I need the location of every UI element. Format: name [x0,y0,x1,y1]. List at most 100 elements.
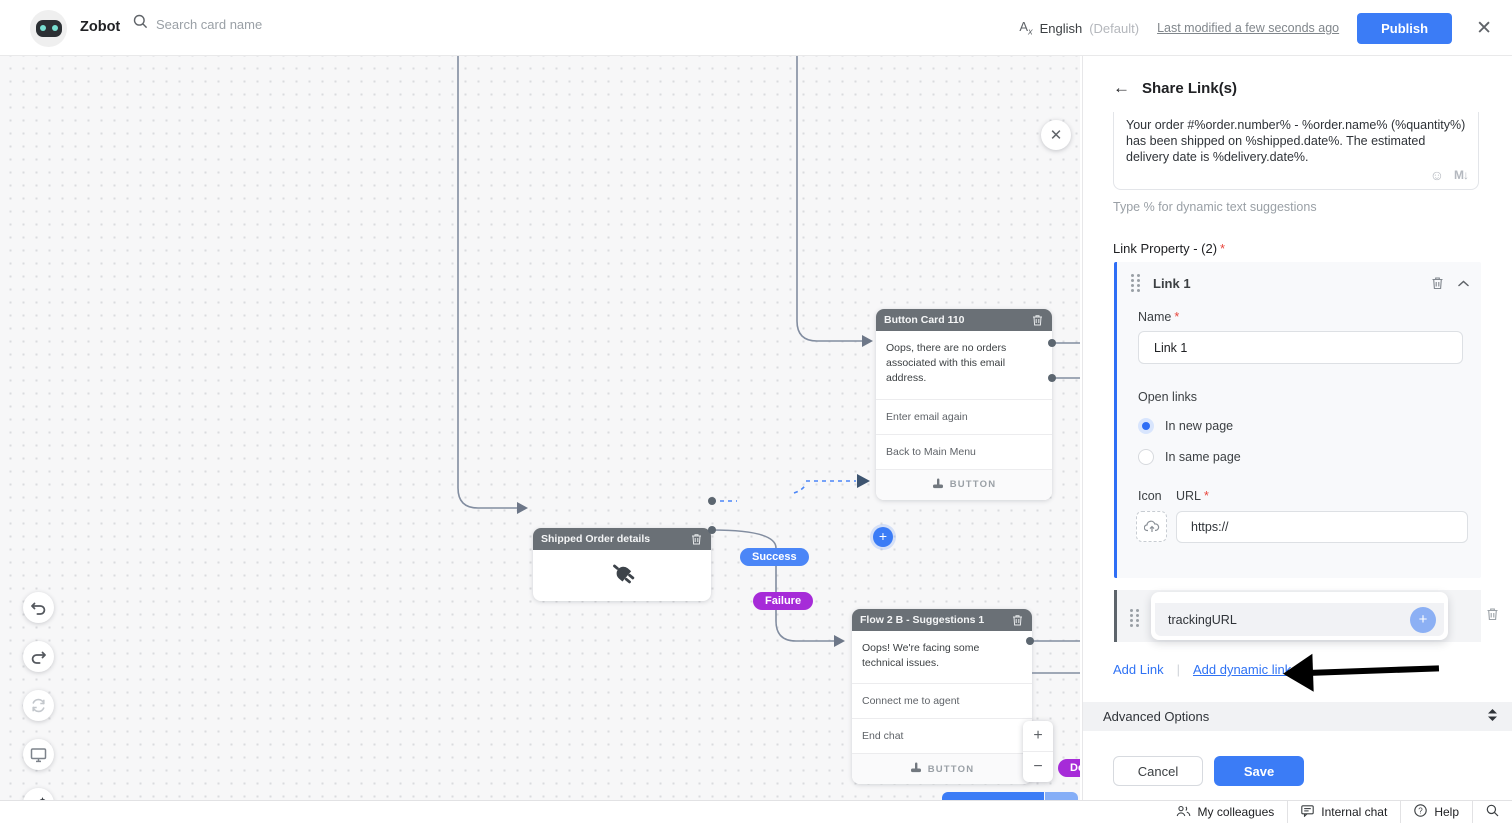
delete-card-icon[interactable] [1010,613,1024,627]
reset-layout-button[interactable] [23,690,54,721]
last-modified-link[interactable]: Last modified a few seconds ago [1157,21,1339,35]
required-asterisk: * [1220,241,1226,256]
panel-title: Share Link(s) [1142,79,1238,97]
internal-chat-button[interactable]: Internal chat [1287,801,1400,823]
card-message: Oops, there are no orders associated wit… [886,342,1007,385]
link-name-input[interactable] [1138,331,1463,364]
default-badge: Default [1058,759,1080,777]
card-title: Flow 2 B - Suggestions 1 [860,614,985,626]
delete-card-icon[interactable] [1030,313,1044,327]
canvas-toolbar [23,592,55,800]
radio-unselected-icon[interactable] [1138,449,1154,465]
advanced-options-bar[interactable]: Advanced Options [1083,702,1512,731]
url-label: URL * [1176,489,1209,503]
status-bar: My colleagues Internal chat ? Help [0,800,1512,823]
card-flow-2b-suggestions-1[interactable]: Flow 2 B - Suggestions 1 Oops! We're fac… [852,609,1032,785]
delete-link-icon[interactable] [1430,276,1444,290]
open-links-label: Open links [1138,390,1198,404]
link-property-label: Link Property - (2) * [1113,241,1226,256]
language-label: English [1039,20,1083,36]
failure-badge: Failure [753,592,814,610]
share-links-panel: ← Share Link(s) Your order #%order.numbe… [1082,56,1512,800]
name-label: Name * [1138,310,1180,324]
dynamic-text-hint: Type % for dynamic text suggestions [1113,200,1317,214]
card-option-row[interactable]: Back to Main Menu [876,433,1052,469]
preview-screen-button[interactable] [23,739,54,770]
chat-icon [1301,804,1315,820]
card-shipped-order-details[interactable]: Shipped Order details [533,528,711,601]
drag-handle-icon[interactable] [1131,274,1140,292]
add-suggestion-plus-button[interactable]: + [1410,606,1436,633]
delete-card-icon[interactable] [689,532,703,546]
card-header[interactable]: Button Card 110 [876,309,1052,331]
link-url-input[interactable] [1176,511,1468,543]
card-button-card-110[interactable]: Button Card 110 Oops, there are no order… [876,309,1052,500]
card-search [133,14,376,34]
radio-in-new-page[interactable]: In new page [1138,418,1233,434]
undo-button[interactable] [23,592,54,623]
language-default-label: (Default) [1089,20,1140,36]
search-icon [1486,804,1499,820]
radio-selected-icon[interactable] [1138,418,1154,434]
zoom-in-button[interactable]: + [1023,721,1053,752]
advanced-options-label: Advanced Options [1103,709,1210,724]
button-type-icon [910,762,922,776]
search-input[interactable] [156,16,376,32]
preview-eye-icon[interactable] [1045,792,1079,800]
zoom-out-button[interactable]: − [1023,752,1053,782]
radio-in-same-page[interactable]: In same page [1138,449,1241,465]
card-option-row[interactable]: Connect me to agent [852,683,1032,718]
card-header[interactable]: Flow 2 B - Suggestions 1 [852,609,1032,631]
close-canvas-overlay-button[interactable]: ✕ [1041,120,1071,150]
add-card-plus-button[interactable]: + [873,527,893,547]
card-title: Shipped Order details [541,533,651,545]
redo-button[interactable] [23,641,54,672]
help-button[interactable]: ? Help [1400,801,1472,823]
translate-icon: Ax [1019,19,1033,37]
message-text[interactable]: Your order #%order.number% - %order.name… [1114,112,1478,165]
card-footer: BUTTON [876,468,1052,500]
card-option-row[interactable]: End chat [852,718,1032,753]
card-option-row[interactable]: Enter email again [876,398,1052,434]
colleagues-icon [1176,805,1191,820]
test-your-bot-label[interactable]: Test your bot [942,792,1045,800]
flow-canvas[interactable]: Button Card 110 Oops, there are no order… [0,56,1080,800]
drag-handle-icon[interactable] [1130,609,1139,627]
cancel-button[interactable]: Cancel [1113,756,1203,786]
language-selector[interactable]: Ax English (Default) [1019,19,1139,37]
global-search-button[interactable] [1472,801,1512,823]
back-arrow-icon[interactable]: ← [1113,78,1130,98]
message-editor[interactable]: Your order #%order.number% - %order.name… [1113,112,1479,190]
markdown-icon[interactable]: M↓ [1454,168,1469,182]
close-builder-icon[interactable]: ✕ [1470,19,1498,38]
publish-button[interactable]: Publish [1357,12,1453,44]
delete-link-icon[interactable] [1485,607,1499,621]
add-dynamic-link-button[interactable]: Add dynamic link [1193,662,1291,677]
save-button[interactable]: Save [1214,756,1304,786]
help-icon: ? [1414,804,1428,820]
search-icon [133,14,148,34]
dynamic-link-suggestion-card[interactable]: trackingURL + [1151,592,1448,640]
link-1-card: Link 1 Name* Open links In new page [1114,262,1481,578]
test-your-bot-button[interactable]: Test your bot [942,792,1079,800]
card-title: Button Card 110 [884,314,965,326]
bot-avatar [30,10,67,47]
dynamic-link-value[interactable]: trackingURL [1168,613,1237,627]
add-link-button[interactable]: Add Link [1113,662,1164,677]
my-colleagues-button[interactable]: My colleagues [1163,801,1288,823]
plugin-icon [606,557,638,594]
svg-text:?: ? [1419,806,1424,815]
success-badge: Success [740,548,809,566]
expand-collapse-icon[interactable] [1488,708,1497,726]
emoji-icon[interactable]: ☺ [1430,167,1444,183]
magic-wand-button[interactable] [23,788,54,800]
icon-label: Icon [1138,489,1162,503]
button-type-icon [932,478,944,492]
app-title: Zobot [80,19,121,35]
cloud-upload-icon [1143,520,1159,532]
link-1-header: Link 1 [1153,275,1191,291]
card-header[interactable]: Shipped Order details [533,528,711,550]
collapse-chevron-icon[interactable] [1458,274,1469,292]
icon-upload-button[interactable] [1136,511,1167,542]
zoom-controls: + − [1023,721,1053,782]
